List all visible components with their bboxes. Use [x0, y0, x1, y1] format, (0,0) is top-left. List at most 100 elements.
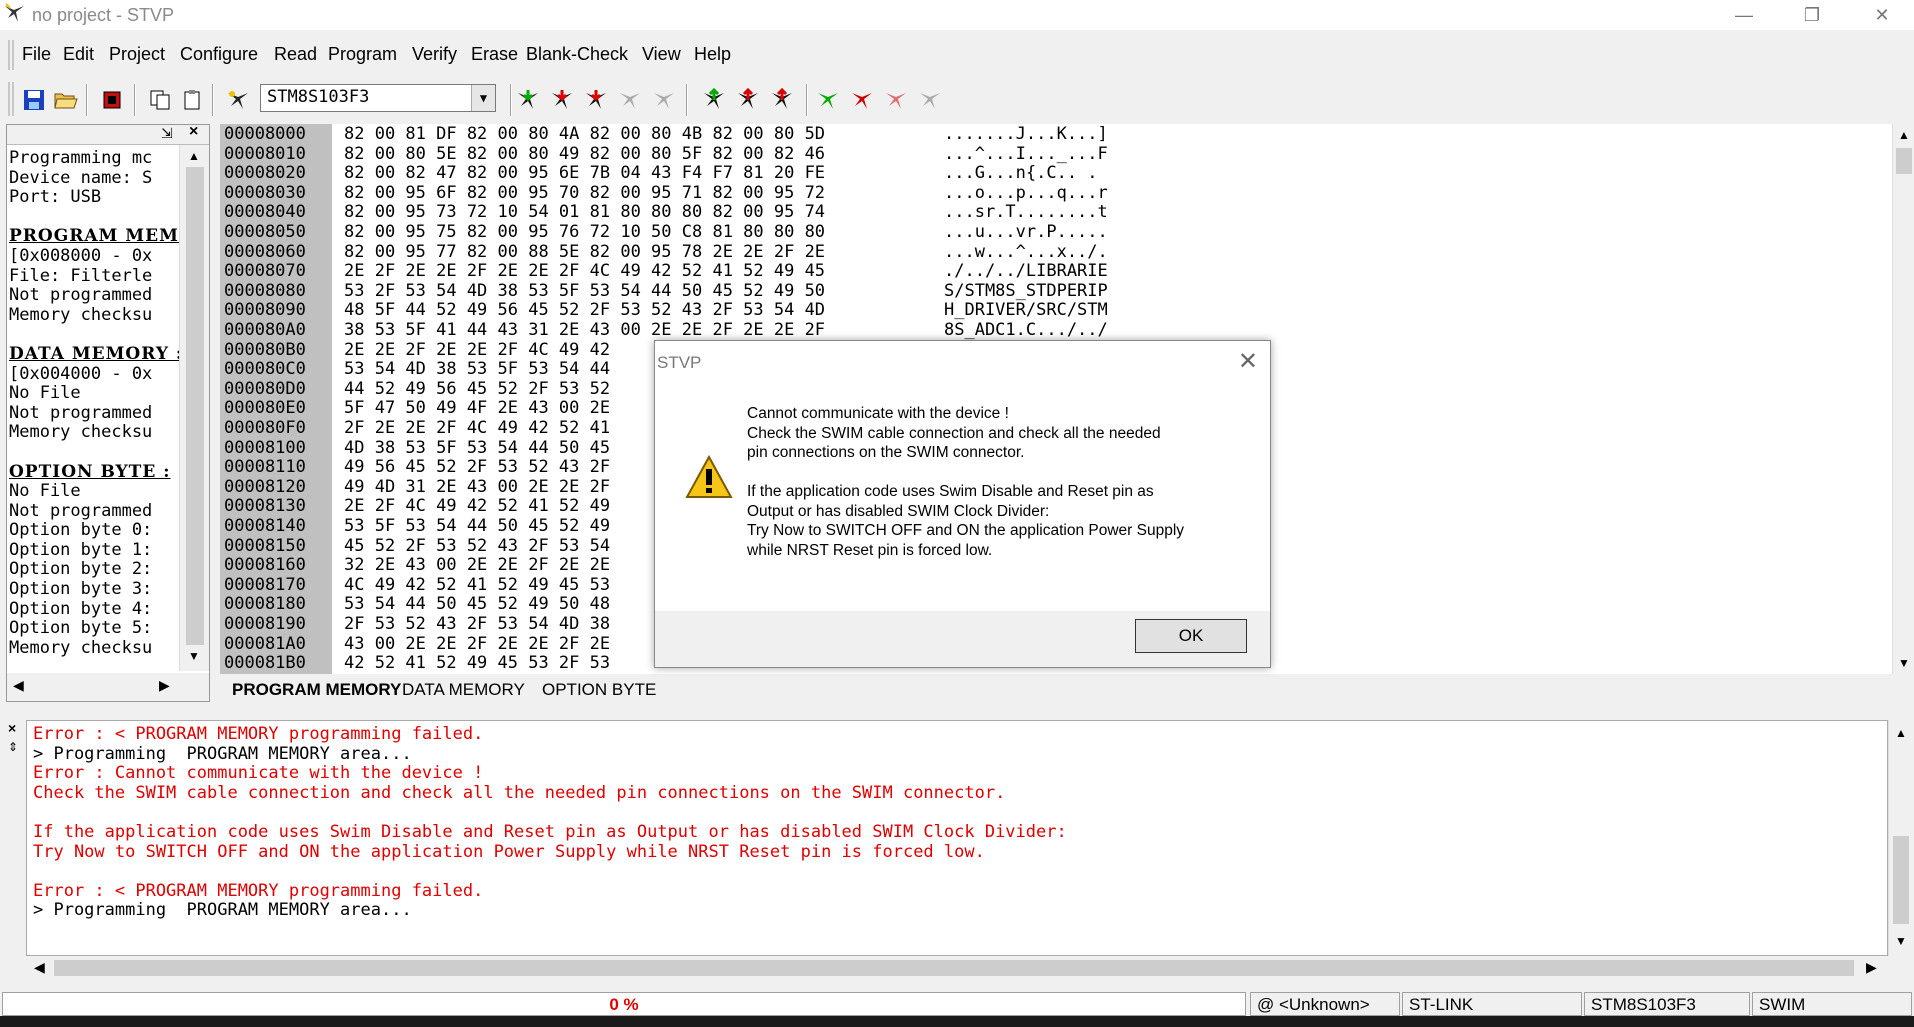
- toolbar-separator: [806, 84, 808, 116]
- hex-bytes: 42 52 41 52 49 45 53 2F 53: [344, 653, 611, 674]
- info-panel-hscroll[interactable]: ◀ ▶: [7, 673, 209, 701]
- scroll-up-icon[interactable]: ▲: [1895, 726, 1907, 740]
- program-all-icon: [704, 88, 724, 109]
- info-panel-vscroll[interactable]: ▲ ▼: [179, 145, 209, 671]
- scroll-down-icon[interactable]: ▼: [188, 649, 200, 663]
- program-all-button[interactable]: [700, 86, 728, 114]
- close-button[interactable]: ✕: [1852, 0, 1912, 30]
- verify-option-button[interactable]: [916, 86, 944, 114]
- status-port: @ <Unknown>: [1250, 992, 1400, 1016]
- verify-data-button[interactable]: [882, 86, 910, 114]
- app-icon: [5, 3, 24, 22]
- log-pin-icon[interactable]: ⇕: [8, 740, 18, 754]
- hex-bytes: 53 54 44 50 45 52 49 50 48: [344, 594, 611, 615]
- verify-program-button[interactable]: [848, 86, 876, 114]
- hex-ascii: ...sr.T........t: [944, 202, 1108, 223]
- copy-icon: [150, 90, 170, 110]
- read-option-button[interactable]: [616, 86, 644, 114]
- toolbar-separator: [212, 84, 214, 116]
- info-panel-line: Port: USB: [9, 187, 102, 208]
- open-button[interactable]: [52, 86, 80, 114]
- scroll-right-icon[interactable]: ▶: [1866, 959, 1877, 976]
- verify-program-icon: [852, 93, 872, 109]
- menu-help[interactable]: Help: [694, 44, 731, 65]
- log-vscroll[interactable]: ▲ ▼: [1888, 720, 1912, 956]
- project-button[interactable]: [98, 86, 126, 114]
- log-hscroll[interactable]: ◀ ▶: [26, 956, 1888, 980]
- device-config-button[interactable]: [224, 86, 252, 114]
- warning-icon: [685, 455, 733, 498]
- hex-address: 000081A0: [224, 633, 306, 654]
- menu-erase[interactable]: Erase: [471, 44, 518, 65]
- paste-button[interactable]: [178, 86, 206, 114]
- status-protocol: SWIM: [1752, 992, 1912, 1016]
- hex-bytes: 2F 53 52 43 2F 53 54 4D 38: [344, 614, 611, 634]
- menu-verify[interactable]: Verify: [412, 44, 457, 65]
- verify-all-button[interactable]: [814, 86, 842, 114]
- hex-bytes: 82 00 82 47 82 00 95 6E 7B 04 43 F4 F7 8…: [344, 163, 826, 184]
- restore-button[interactable]: ❐: [1782, 0, 1842, 30]
- hex-address: 000081B0: [224, 653, 306, 674]
- menu-read[interactable]: Read: [274, 44, 317, 65]
- read-program-button[interactable]: [548, 86, 576, 114]
- hex-bytes: 49 56 45 52 2F 53 52 43 2F: [344, 457, 611, 478]
- minimize-button[interactable]: —: [1714, 0, 1774, 30]
- dialog-close-icon[interactable]: ✕: [1238, 347, 1258, 376]
- menu-file[interactable]: File: [22, 44, 51, 65]
- ok-button[interactable]: OK: [1135, 619, 1247, 653]
- scroll-left-icon[interactable]: ◀: [13, 677, 24, 694]
- info-panel-line: Memory checksu: [9, 637, 153, 658]
- log-close-icon[interactable]: ×: [8, 720, 16, 736]
- hex-vscroll[interactable]: ▲ ▼: [1892, 124, 1914, 674]
- menu-configure[interactable]: Configure: [180, 44, 258, 65]
- tab-data-memory[interactable]: DATA MEMORY: [396, 678, 531, 702]
- tab-option-byte[interactable]: OPTION BYTE: [536, 678, 662, 702]
- menu-edit[interactable]: Edit: [63, 44, 94, 65]
- restore-icon: ❐: [1803, 4, 1821, 25]
- menu-project[interactable]: Project: [109, 44, 165, 65]
- copy-button[interactable]: [146, 86, 174, 114]
- read-current-button[interactable]: [650, 86, 678, 114]
- scroll-up-icon[interactable]: ▲: [1898, 128, 1910, 142]
- menu-grip[interactable]: [8, 40, 14, 70]
- scroll-down-icon[interactable]: ▼: [1898, 656, 1910, 670]
- scroll-thumb[interactable]: [54, 960, 1854, 976]
- scroll-thumb[interactable]: [1896, 148, 1912, 174]
- info-panel: ⇲ × Programming mc Device name: S Port: US…: [6, 123, 210, 702]
- scroll-down-icon[interactable]: ▼: [1895, 934, 1907, 948]
- log-output[interactable]: Error : < PROGRAM MEMORY programming fai…: [26, 720, 1888, 956]
- verify-data-icon: [886, 93, 906, 109]
- read-data-button[interactable]: [582, 86, 610, 114]
- hex-address: 00008160: [224, 555, 306, 576]
- scroll-thumb[interactable]: [1893, 836, 1909, 924]
- read-all-button[interactable]: [514, 86, 542, 114]
- status-bar: 0 % @ <Unknown> ST-LINK STM8S103F3 SWIM: [0, 990, 1914, 1016]
- read-program-icon: [552, 90, 572, 109]
- scroll-thumb[interactable]: [186, 167, 204, 645]
- program-memory-button[interactable]: [734, 86, 762, 114]
- info-panel-line: Not programmed: [9, 285, 153, 306]
- menu-blank-check[interactable]: Blank-Check: [526, 44, 628, 65]
- hex-address: 00008080: [224, 280, 306, 301]
- save-button[interactable]: [20, 86, 48, 114]
- hex-bytes: 82 00 95 75 82 00 95 76 72 10 50 C8 81 8…: [344, 222, 826, 242]
- toolbar-grip[interactable]: [8, 82, 14, 116]
- scroll-right-icon[interactable]: ▶: [159, 677, 170, 694]
- device-select[interactable]: STM8S103F3 ▼: [260, 84, 496, 112]
- scroll-up-icon[interactable]: ▲: [188, 149, 200, 163]
- hex-ascii: ...w...^...x../.: [944, 241, 1108, 262]
- info-panel-line: Memory checksu: [9, 304, 153, 325]
- program-data-button[interactable]: [768, 86, 796, 114]
- hex-ascii: H_DRIVER/SRC/STM: [944, 300, 1108, 321]
- hex-address: 00008100: [224, 437, 306, 458]
- panel-pin-icon[interactable]: ⇲: [161, 125, 173, 142]
- tab-program-memory[interactable]: PROGRAM MEMORY: [226, 678, 407, 702]
- chevron-down-icon[interactable]: ▼: [471, 85, 495, 111]
- menu-program[interactable]: Program: [328, 44, 397, 65]
- toolbar-separator: [86, 84, 88, 116]
- scroll-left-icon[interactable]: ◀: [34, 959, 45, 976]
- hex-address: 00008190: [224, 614, 306, 634]
- menu-view[interactable]: View: [642, 44, 681, 65]
- panel-close-icon[interactable]: ×: [189, 123, 198, 141]
- hex-address: 00008180: [224, 594, 306, 615]
